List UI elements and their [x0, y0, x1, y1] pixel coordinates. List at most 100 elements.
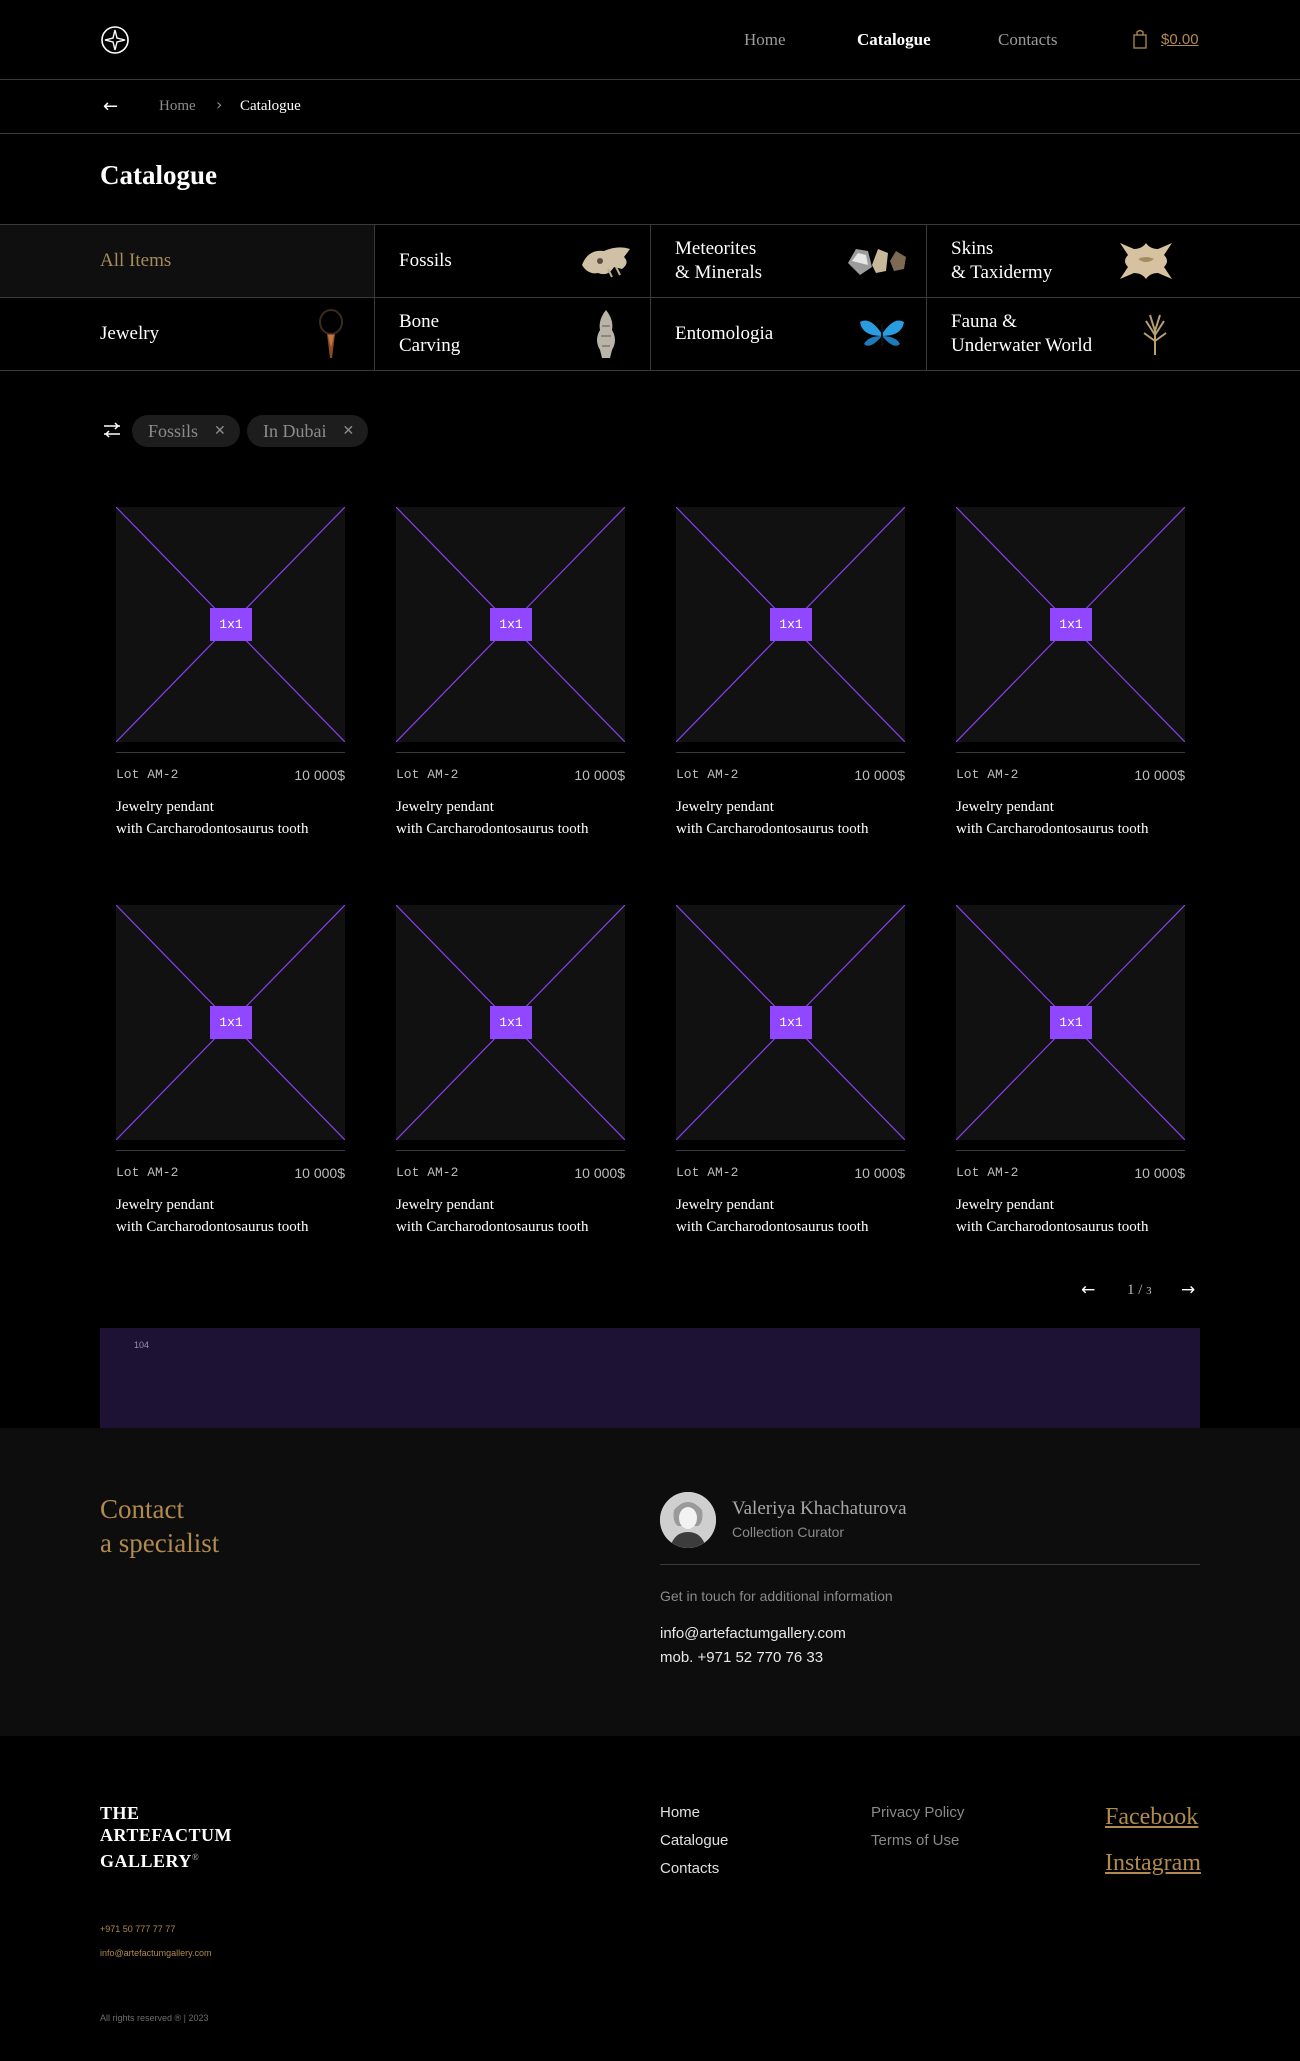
filter-chip-label: Fossils	[148, 420, 199, 441]
top-navigation-bar: Home Catalogue Contacts $0.00	[0, 0, 1300, 80]
product-image-placeholder[interactable]: 1x1	[396, 905, 625, 1140]
placeholder-ratio-badge: 1x1	[770, 608, 812, 641]
chevron-right-icon: ›	[216, 95, 223, 114]
previous-page-arrow-icon[interactable]: ←	[1081, 1280, 1095, 1300]
product-title[interactable]: Jewelry pendant with Carcharodontosaurus…	[396, 1194, 625, 1238]
breadcrumb-home[interactable]: Home	[159, 98, 196, 115]
footer-terms-of-use[interactable]: Terms of Use	[871, 1832, 959, 1849]
product-card[interactable]: 1x1 Lot AM-2 10 000$ Jewelry pendant with C…	[396, 905, 625, 1238]
product-card[interactable]: 1x1 Lot AM-2 10 000$ Jewelry pendant with C…	[116, 507, 345, 840]
avatar	[660, 1492, 716, 1548]
placeholder-ratio-badge: 1x1	[490, 608, 532, 641]
placeholder-ratio-badge: 1x1	[210, 1006, 252, 1039]
divider	[116, 1150, 345, 1151]
instagram-link[interactable]: Instagram	[1105, 1850, 1201, 1877]
curator-role: Collection Curator	[732, 1524, 845, 1540]
product-image-placeholder[interactable]: 1x1	[116, 507, 345, 742]
contact-title: Contact a specialist	[100, 1494, 220, 1558]
product-image-placeholder[interactable]: 1x1	[676, 905, 905, 1140]
product-card[interactable]: 1x1 Lot AM-2 10 000$ Jewelry pendant with C…	[956, 905, 1185, 1238]
fossil-skull-icon	[582, 247, 630, 278]
product-image-placeholder[interactable]: 1x1	[116, 905, 345, 1140]
category-meteorites-minerals[interactable]: Meteorites & Minerals	[651, 225, 927, 298]
facebook-link[interactable]: Facebook	[1105, 1804, 1198, 1831]
category-grid: All Items Fossils Meteorites & Minerals …	[0, 224, 1300, 371]
category-label: Fossils	[399, 250, 452, 271]
product-title[interactable]: Jewelry pendant with Carcharodontosaurus…	[396, 796, 625, 840]
category-jewelry[interactable]: Jewelry	[0, 298, 375, 371]
close-icon[interactable]: ✕	[214, 423, 226, 439]
divider	[116, 752, 345, 753]
nav-catalogue[interactable]: Catalogue	[857, 30, 931, 50]
category-all-items[interactable]: All Items	[0, 225, 375, 298]
divider	[396, 752, 625, 753]
placeholder-ratio-badge: 1x1	[490, 1006, 532, 1039]
minerals-icon	[848, 249, 906, 275]
back-arrow-icon[interactable]: ←	[103, 96, 118, 117]
product-image-placeholder[interactable]: 1x1	[676, 507, 905, 742]
placeholder-ratio-badge: 1x1	[210, 608, 252, 641]
product-price: 10 000$	[1134, 1165, 1185, 1181]
footer-privacy-policy[interactable]: Privacy Policy	[871, 1804, 964, 1821]
category-fauna-underwater[interactable]: Fauna & Underwater World	[927, 298, 1300, 371]
product-card[interactable]: 1x1 Lot AM-2 10 000$ Jewelry pendant with C…	[676, 905, 905, 1238]
product-card[interactable]: 1x1 Lot AM-2 10 000$ Jewelry pendant with C…	[116, 905, 345, 1238]
cart-button[interactable]: $0.00	[1133, 29, 1199, 49]
product-card[interactable]: 1x1 Lot AM-2 10 000$ Jewelry pendant with C…	[396, 507, 625, 840]
copyright: All rights reserved ® | 2023	[100, 2013, 209, 2023]
category-entomologia[interactable]: Entomologia	[651, 298, 927, 371]
product-title[interactable]: Jewelry pendant with Carcharodontosaurus…	[676, 796, 905, 840]
product-price: 10 000$	[574, 1165, 625, 1181]
pendant-icon	[319, 309, 343, 358]
filter-chip-in-dubai[interactable]: In Dubai ✕	[247, 415, 369, 447]
product-image-placeholder[interactable]: 1x1	[396, 507, 625, 742]
product-price: 10 000$	[854, 767, 905, 783]
placeholder-ratio-badge: 1x1	[1050, 608, 1092, 641]
filter-chip-label: In Dubai	[263, 420, 327, 441]
filter-settings-icon[interactable]	[103, 422, 121, 438]
contact-email-link[interactable]: info@artefactumgallery.com	[660, 1625, 846, 1642]
placeholder-ratio-badge: 1x1	[770, 1006, 812, 1039]
category-fossils[interactable]: Fossils	[375, 225, 651, 298]
product-lot: Lot AM-2	[956, 1165, 1019, 1180]
filter-chip-fossils[interactable]: Fossils ✕	[132, 415, 240, 447]
close-icon[interactable]: ✕	[342, 423, 354, 439]
registered-mark: ®	[191, 1852, 200, 1862]
product-title[interactable]: Jewelry pendant with Carcharodontosaurus…	[676, 1194, 905, 1238]
page-title: Catalogue	[100, 160, 217, 190]
nav-home[interactable]: Home	[744, 30, 786, 50]
breadcrumb: ← Home › Catalogue	[0, 80, 1300, 134]
product-card[interactable]: 1x1 Lot AM-2 10 000$ Jewelry pendant with C…	[676, 507, 905, 840]
product-title[interactable]: Jewelry pendant with Carcharodontosaurus…	[116, 796, 345, 840]
contact-phone-link[interactable]: mob. +971 52 770 76 33	[660, 1649, 823, 1666]
cart-total[interactable]: $0.00	[1161, 31, 1199, 48]
footer-logo[interactable]: THE ARTEFACTUM GALLERY®	[100, 1802, 232, 1872]
product-lot: Lot AM-2	[676, 1165, 739, 1180]
category-bone-carving[interactable]: Bone Carving	[375, 298, 651, 371]
footer-nav-contacts[interactable]: Contacts	[660, 1860, 719, 1877]
promo-label: 104	[134, 1340, 150, 1350]
footer-nav-catalogue[interactable]: Catalogue	[660, 1832, 728, 1849]
product-lot: Lot AM-2	[116, 1165, 179, 1180]
product-image-placeholder[interactable]: 1x1	[956, 905, 1185, 1140]
footer-nav-home[interactable]: Home	[660, 1804, 700, 1821]
cart-icon	[1133, 29, 1147, 49]
current-page: 1	[1127, 1282, 1135, 1298]
footer-phone[interactable]: +971 50 777 77 77	[100, 1924, 175, 1934]
product-title[interactable]: Jewelry pendant with Carcharodontosaurus…	[956, 796, 1185, 840]
divider	[956, 752, 1185, 753]
logo-compass-icon[interactable]	[100, 25, 130, 55]
product-title[interactable]: Jewelry pendant with Carcharodontosaurus…	[956, 1194, 1185, 1238]
next-page-arrow-icon[interactable]: →	[1181, 1280, 1195, 1300]
total-pages: 3	[1146, 1285, 1152, 1297]
product-image-placeholder[interactable]: 1x1	[956, 507, 1185, 742]
nav-contacts[interactable]: Contacts	[998, 30, 1058, 50]
animal-skin-icon	[1120, 243, 1172, 279]
product-lot: Lot AM-2	[676, 767, 739, 782]
category-skins-taxidermy[interactable]: Skins & Taxidermy	[927, 225, 1300, 298]
footer-email[interactable]: info@artefactumgallery.com	[100, 1948, 212, 1958]
product-card[interactable]: 1x1 Lot AM-2 10 000$ Jewelry pendant with C…	[956, 507, 1185, 840]
product-title[interactable]: Jewelry pendant with Carcharodontosaurus…	[116, 1194, 345, 1238]
curator-name: Valeriya Khachaturova	[732, 1498, 907, 1519]
product-price: 10 000$	[574, 767, 625, 783]
